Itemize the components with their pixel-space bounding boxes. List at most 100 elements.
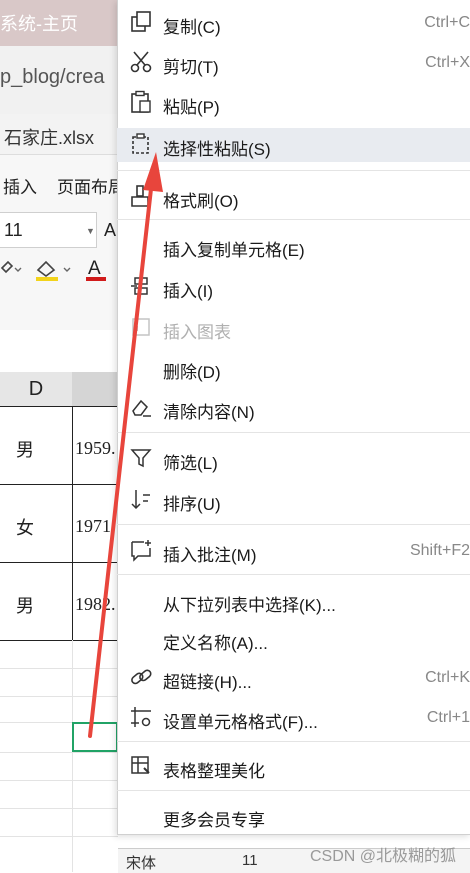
comment-icon	[129, 538, 153, 562]
scissors-icon	[129, 50, 153, 74]
menu-item[interactable]: 筛选(L)	[117, 442, 470, 476]
paste-special-icon	[129, 132, 153, 156]
menu-item[interactable]: 定义名称(A)...	[117, 622, 470, 656]
menu-item-label: 更多会员专享	[163, 811, 265, 830]
menu-item[interactable]: 剪切(T) Ctrl+X	[117, 46, 470, 80]
sort-icon	[129, 487, 153, 511]
chart-icon	[129, 315, 153, 339]
menu-item[interactable]: 超链接(H)... Ctrl+K	[117, 661, 470, 695]
menu-item[interactable]: 排序(U)	[117, 483, 470, 517]
menu-item[interactable]: 清除内容(N)	[117, 391, 470, 425]
menu-item-label: 从下拉列表中选择(K)...	[163, 596, 336, 615]
menu-item-label: 表格整理美化	[163, 762, 265, 781]
svg-text:A: A	[88, 258, 101, 279]
menu-item-label: 插入复制单元格(E)	[163, 241, 305, 260]
menu-item-label: 定义名称(A)...	[163, 634, 268, 653]
menu-item-shortcut: Ctrl+1	[426, 709, 470, 726]
cell-year[interactable]: 1971	[75, 516, 111, 537]
grid-line	[0, 808, 118, 809]
grid-line	[0, 780, 118, 781]
insert-icon	[129, 274, 153, 298]
column-header-d[interactable]: D	[0, 372, 72, 406]
menu-separator	[117, 790, 470, 791]
menu-separator	[117, 432, 470, 433]
tab-insert[interactable]: 插入	[3, 173, 37, 198]
format-brush-icon	[129, 184, 153, 208]
menu-item[interactable]: 插入(I)	[117, 270, 470, 304]
menu-item[interactable]: 插入批注(M) Shift+F2	[117, 534, 470, 568]
menu-item-label: 选择性粘贴(S)	[163, 140, 271, 159]
chevron-down-icon[interactable]: ▼	[86, 226, 95, 236]
fill-color-icon[interactable]	[36, 260, 71, 281]
menu-item-label: 复制(C)	[163, 18, 221, 37]
menu-item[interactable]: 复制(C) Ctrl+C	[117, 6, 470, 40]
selected-cell[interactable]	[72, 722, 118, 752]
address-text: p_blog/crea	[0, 66, 105, 88]
cell-border	[0, 562, 118, 563]
link-icon	[129, 665, 153, 689]
font-grow-glyph[interactable]: A	[104, 220, 116, 241]
window-title: 系统-主页	[0, 14, 78, 34]
grid-line	[0, 696, 118, 697]
menu-item-label: 格式刷(O)	[163, 192, 239, 211]
menu-item[interactable]: 设置单元格格式(F)... Ctrl+1	[117, 701, 470, 735]
menu-item-label: 插入(I)	[163, 282, 214, 301]
cell-gender[interactable]: 男	[16, 592, 34, 618]
menu-separator	[117, 741, 470, 742]
filter-icon	[129, 446, 153, 470]
menu-item-shortcut: Ctrl+K	[425, 669, 470, 686]
menu-separator	[117, 170, 470, 171]
menu-item-shortcut: Ctrl+X	[425, 54, 470, 71]
column-header-e[interactable]	[72, 372, 118, 406]
menu-item-label: 超链接(H)...	[163, 673, 252, 692]
table-beautify-icon	[129, 754, 153, 778]
paste-icon	[129, 90, 153, 114]
cell-border	[0, 484, 118, 485]
menu-item-label: 设置单元格格式(F)...	[163, 713, 318, 732]
menu-item-shortcut: Ctrl+C	[424, 14, 470, 31]
font-color-icon[interactable]: A	[86, 258, 106, 281]
cell-year[interactable]: 1982.	[75, 594, 116, 615]
watermark: CSDN @北极糊的狐	[309, 848, 456, 865]
tab-page-layout[interactable]: 页面布局	[57, 173, 125, 198]
eraser-format-icon[interactable]	[0, 260, 22, 274]
menu-separator	[117, 574, 470, 575]
menu-separator	[117, 219, 470, 220]
menu-item[interactable]: 格式刷(O)	[117, 180, 470, 214]
menu-item-label: 插入图表	[163, 323, 231, 342]
menu-item[interactable]: 粘贴(P)	[117, 86, 470, 120]
grid-line	[0, 836, 118, 837]
cell-border	[0, 406, 118, 407]
menu-item: 插入图表	[117, 311, 470, 345]
eraser-icon	[129, 395, 153, 419]
cell-format-icon	[129, 705, 153, 729]
menu-item-label: 清除内容(N)	[163, 403, 255, 422]
menu-item[interactable]: 更多会员专享	[117, 799, 470, 833]
menu-item-label: 删除(D)	[163, 363, 221, 382]
mini-font-name[interactable]: 宋体	[126, 852, 156, 873]
cell-year[interactable]: 1959.	[75, 438, 116, 459]
menu-separator	[117, 524, 470, 525]
menu-item-label: 插入批注(M)	[163, 546, 257, 565]
menu-item[interactable]: 表格整理美化	[117, 750, 470, 784]
file-tab[interactable]: 石家庄.xlsx	[4, 124, 94, 150]
menu-item-label: 剪切(T)	[163, 58, 219, 77]
cell-border	[72, 406, 73, 640]
cell-gender[interactable]: 男	[16, 436, 34, 462]
grid-line	[0, 668, 118, 669]
mini-font-size[interactable]: 11	[242, 852, 258, 869]
font-size-value: 11	[4, 220, 23, 240]
menu-item-shortcut: Shift+F2	[409, 542, 470, 559]
menu-item-label: 筛选(L)	[163, 454, 218, 473]
copy-icon	[129, 10, 153, 34]
menu-item[interactable]: 选择性粘贴(S)	[117, 128, 470, 162]
menu-item-label: 粘贴(P)	[163, 98, 220, 117]
menu-item-label: 排序(U)	[163, 495, 221, 514]
grid-line	[72, 640, 73, 872]
cell-gender[interactable]: 女	[16, 514, 34, 540]
menu-item[interactable]: 删除(D)	[117, 351, 470, 385]
cell-border	[0, 640, 118, 641]
menu-item[interactable]: 插入复制单元格(E)	[117, 229, 470, 263]
grid-line	[0, 752, 118, 753]
menu-item[interactable]: 从下拉列表中选择(K)...	[117, 584, 470, 618]
